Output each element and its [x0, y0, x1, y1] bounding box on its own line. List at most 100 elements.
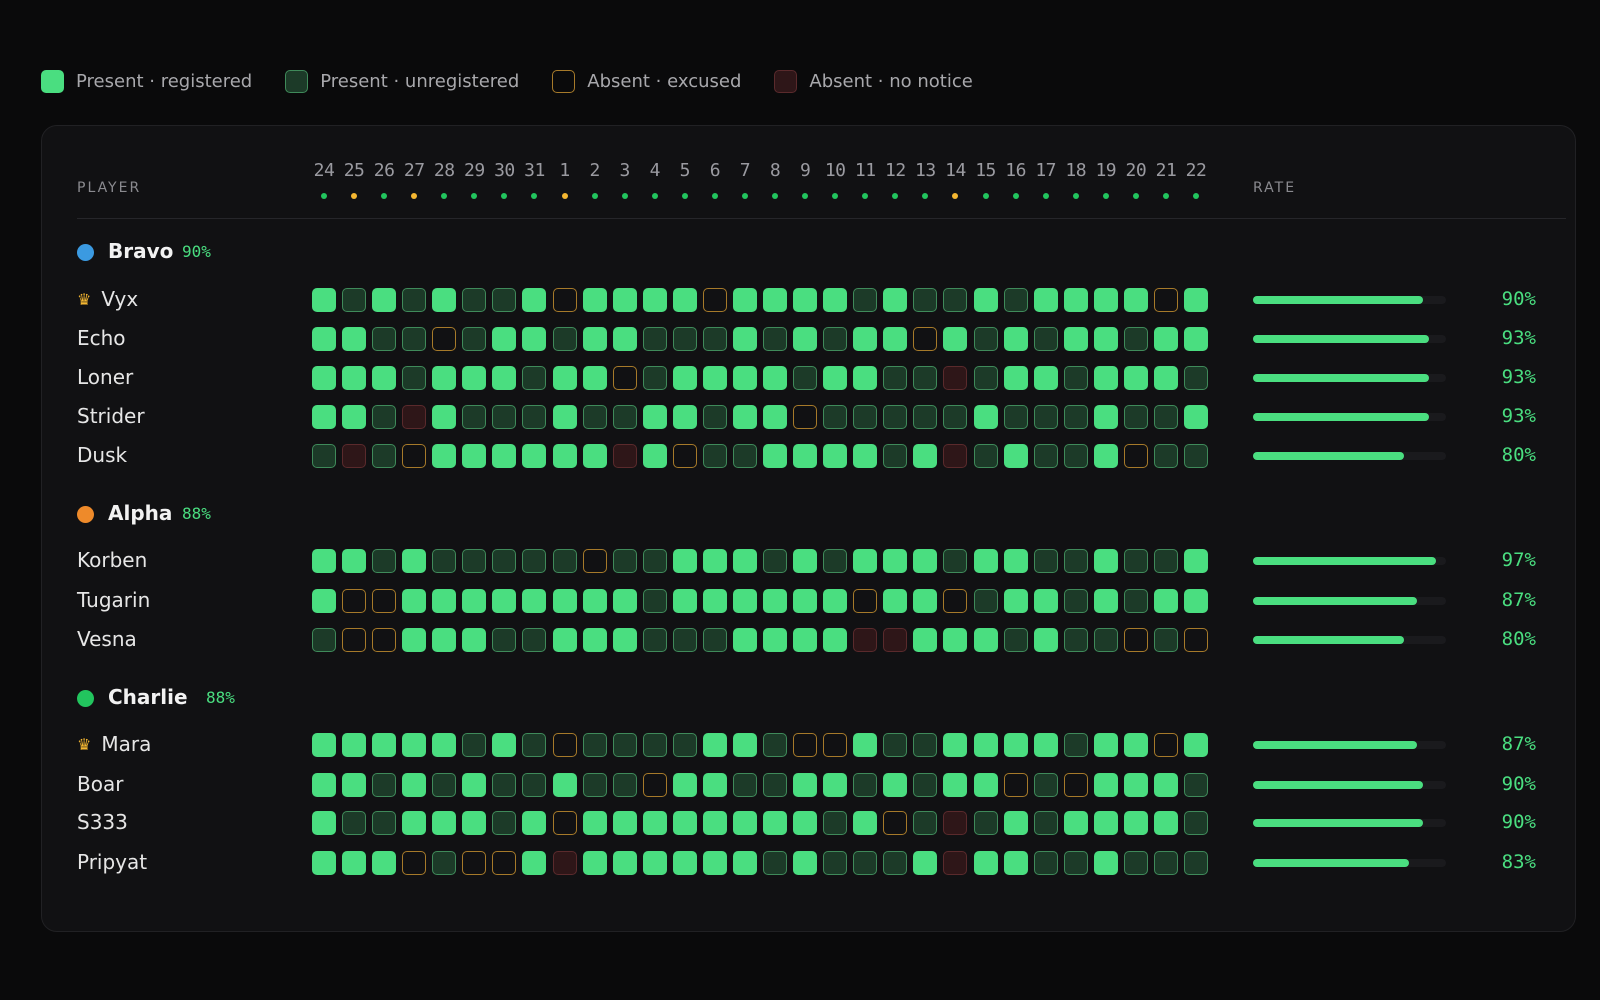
attendance-cell[interactable] — [582, 851, 607, 875]
attendance-cell[interactable] — [1003, 733, 1028, 757]
attendance-cell[interactable] — [943, 444, 968, 468]
attendance-cell[interactable] — [372, 773, 397, 797]
attendance-cell[interactable] — [1123, 327, 1148, 351]
attendance-cell[interactable] — [492, 444, 517, 468]
attendance-cell[interactable] — [853, 327, 878, 351]
attendance-cell[interactable] — [1123, 589, 1148, 613]
attendance-cell[interactable] — [1153, 327, 1178, 351]
attendance-cell[interactable] — [432, 549, 457, 573]
attendance-cell[interactable] — [853, 851, 878, 875]
player-name-pripyat[interactable]: Pripyat — [77, 850, 147, 874]
attendance-cell[interactable] — [763, 628, 788, 652]
attendance-cell[interactable] — [612, 444, 637, 468]
attendance-cell[interactable] — [793, 366, 818, 390]
attendance-cell[interactable] — [402, 327, 427, 351]
attendance-cell[interactable] — [1184, 851, 1209, 875]
attendance-cell[interactable] — [732, 851, 757, 875]
attendance-cell[interactable] — [732, 444, 757, 468]
attendance-cell[interactable] — [943, 327, 968, 351]
attendance-cell[interactable] — [522, 366, 547, 390]
attendance-cell[interactable] — [702, 851, 727, 875]
attendance-cell[interactable] — [432, 589, 457, 613]
attendance-cell[interactable] — [612, 811, 637, 835]
attendance-cell[interactable] — [702, 628, 727, 652]
attendance-cell[interactable] — [793, 773, 818, 797]
attendance-cell[interactable] — [763, 773, 788, 797]
attendance-cell[interactable] — [642, 773, 667, 797]
attendance-cell[interactable] — [462, 366, 487, 390]
attendance-cell[interactable] — [1123, 549, 1148, 573]
attendance-cell[interactable] — [913, 811, 938, 835]
attendance-cell[interactable] — [492, 773, 517, 797]
attendance-cell[interactable] — [1063, 444, 1088, 468]
attendance-cell[interactable] — [793, 589, 818, 613]
attendance-cell[interactable] — [1003, 628, 1028, 652]
attendance-cell[interactable] — [432, 628, 457, 652]
attendance-cell[interactable] — [1184, 811, 1209, 835]
attendance-cell[interactable] — [342, 327, 367, 351]
attendance-cell[interactable] — [372, 366, 397, 390]
attendance-cell[interactable] — [342, 288, 367, 312]
attendance-cell[interactable] — [853, 366, 878, 390]
attendance-cell[interactable] — [342, 628, 367, 652]
attendance-cell[interactable] — [672, 327, 697, 351]
attendance-cell[interactable] — [1184, 327, 1209, 351]
attendance-cell[interactable] — [432, 773, 457, 797]
attendance-cell[interactable] — [582, 366, 607, 390]
attendance-cell[interactable] — [702, 444, 727, 468]
attendance-cell[interactable] — [582, 288, 607, 312]
attendance-cell[interactable] — [732, 628, 757, 652]
attendance-cell[interactable] — [823, 589, 848, 613]
attendance-cell[interactable] — [642, 444, 667, 468]
attendance-cell[interactable] — [552, 811, 577, 835]
attendance-cell[interactable] — [823, 366, 848, 390]
attendance-cell[interactable] — [402, 589, 427, 613]
attendance-cell[interactable] — [973, 733, 998, 757]
attendance-cell[interactable] — [612, 366, 637, 390]
attendance-cell[interactable] — [913, 589, 938, 613]
attendance-cell[interactable] — [1093, 366, 1118, 390]
attendance-cell[interactable] — [973, 773, 998, 797]
attendance-cell[interactable] — [1033, 733, 1058, 757]
attendance-cell[interactable] — [672, 589, 697, 613]
attendance-cell[interactable] — [612, 288, 637, 312]
attendance-cell[interactable] — [672, 366, 697, 390]
attendance-cell[interactable] — [1153, 811, 1178, 835]
attendance-cell[interactable] — [1123, 444, 1148, 468]
attendance-cell[interactable] — [823, 773, 848, 797]
attendance-cell[interactable] — [312, 405, 336, 429]
attendance-cell[interactable] — [462, 811, 487, 835]
attendance-cell[interactable] — [642, 288, 667, 312]
attendance-cell[interactable] — [1063, 811, 1088, 835]
attendance-cell[interactable] — [312, 366, 336, 390]
attendance-cell[interactable] — [1063, 851, 1088, 875]
attendance-cell[interactable] — [1123, 733, 1148, 757]
attendance-cell[interactable] — [372, 589, 397, 613]
attendance-cell[interactable] — [372, 733, 397, 757]
attendance-cell[interactable] — [582, 405, 607, 429]
attendance-cell[interactable] — [462, 773, 487, 797]
attendance-cell[interactable] — [612, 405, 637, 429]
attendance-cell[interactable] — [312, 733, 336, 757]
attendance-cell[interactable] — [1033, 628, 1058, 652]
player-name-vesna[interactable]: Vesna — [77, 627, 137, 651]
attendance-cell[interactable] — [372, 851, 397, 875]
attendance-cell[interactable] — [492, 366, 517, 390]
attendance-cell[interactable] — [342, 549, 367, 573]
attendance-cell[interactable] — [372, 811, 397, 835]
attendance-cell[interactable] — [1184, 366, 1209, 390]
attendance-cell[interactable] — [432, 405, 457, 429]
attendance-cell[interactable] — [462, 628, 487, 652]
attendance-cell[interactable] — [793, 405, 818, 429]
attendance-cell[interactable] — [1003, 366, 1028, 390]
attendance-cell[interactable] — [552, 733, 577, 757]
attendance-cell[interactable] — [612, 733, 637, 757]
attendance-cell[interactable] — [1123, 405, 1148, 429]
attendance-cell[interactable] — [1123, 773, 1148, 797]
attendance-cell[interactable] — [763, 851, 788, 875]
attendance-cell[interactable] — [1003, 589, 1028, 613]
attendance-cell[interactable] — [943, 366, 968, 390]
attendance-cell[interactable] — [462, 405, 487, 429]
attendance-cell[interactable] — [913, 366, 938, 390]
attendance-cell[interactable] — [312, 851, 336, 875]
